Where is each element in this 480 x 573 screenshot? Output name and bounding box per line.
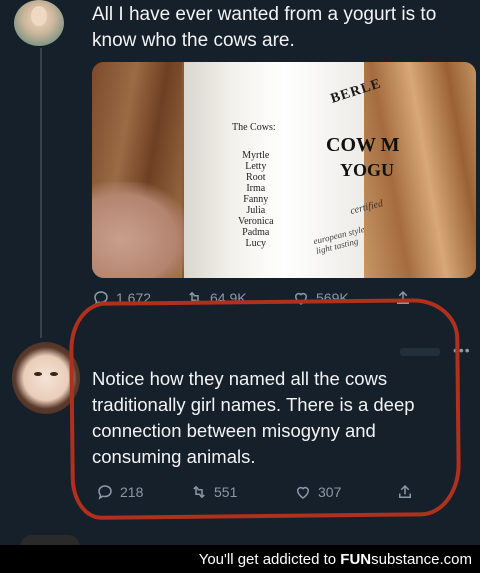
cow-name: Fanny [243, 194, 269, 205]
cow-name: Julia [246, 205, 266, 216]
carton-brand-line1: COW M [326, 134, 400, 156]
cow-name: Lucy [245, 238, 267, 249]
cow-name: Myrtle [242, 150, 270, 161]
cows-heading: The Cows: [232, 122, 276, 133]
red-annotation-circle [68, 297, 462, 521]
hand-shape [92, 182, 192, 278]
cow-name: Letty [245, 161, 267, 172]
tweet1-media-image[interactable]: The Cows: Myrtle Letty Root Irma Fanny J… [92, 62, 476, 278]
watermark-text: You'll get addicted to FUNsubstance.com [199, 551, 472, 568]
watermark-brand-bold: FUN [340, 551, 372, 568]
cow-name: Irma [246, 183, 266, 194]
thread-connector-line [40, 48, 42, 338]
watermark-brand-rest: substance.com [371, 551, 472, 568]
tweet1-avatar[interactable] [14, 0, 64, 46]
cow-name: Root [246, 172, 266, 183]
cow-name: Veronica [238, 216, 274, 227]
watermark-prefix: You'll get addicted to [198, 551, 341, 568]
carton-brand-line2: YOGU [340, 160, 394, 180]
tweet1-text: All I have ever wanted from a yogurt is … [92, 4, 437, 51]
cow-name: Padma [242, 227, 270, 238]
cow-names-list: Myrtle Letty Root Irma Fanny Julia Veron… [238, 150, 274, 249]
